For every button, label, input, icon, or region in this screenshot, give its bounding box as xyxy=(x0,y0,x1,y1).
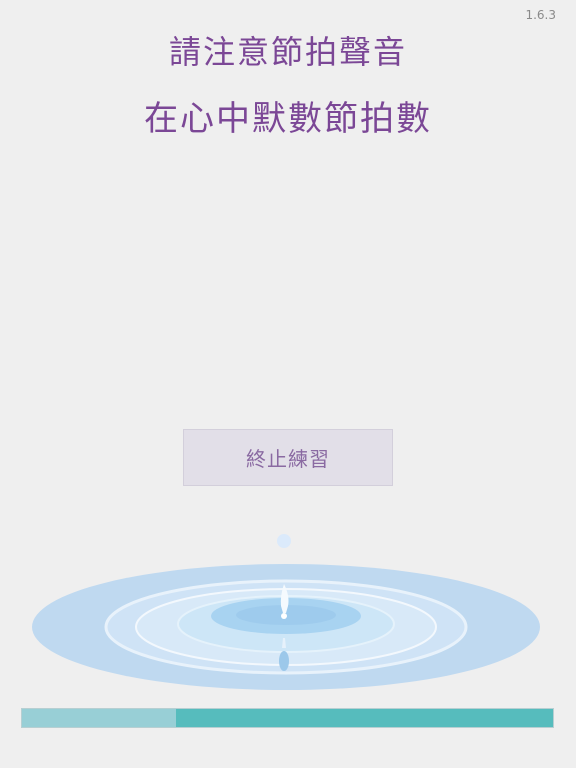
stop-practice-button[interactable]: 終止練習 xyxy=(183,429,393,486)
water-drop-ripple-icon xyxy=(32,534,540,690)
app-version: 1.6.3 xyxy=(525,8,556,22)
practice-progress-bar xyxy=(21,708,554,728)
instruction-line-2: 在心中默數節拍數 xyxy=(144,99,432,139)
progress-fill xyxy=(22,709,176,727)
instruction-line-1: 請注意節拍聲音 xyxy=(168,33,407,71)
